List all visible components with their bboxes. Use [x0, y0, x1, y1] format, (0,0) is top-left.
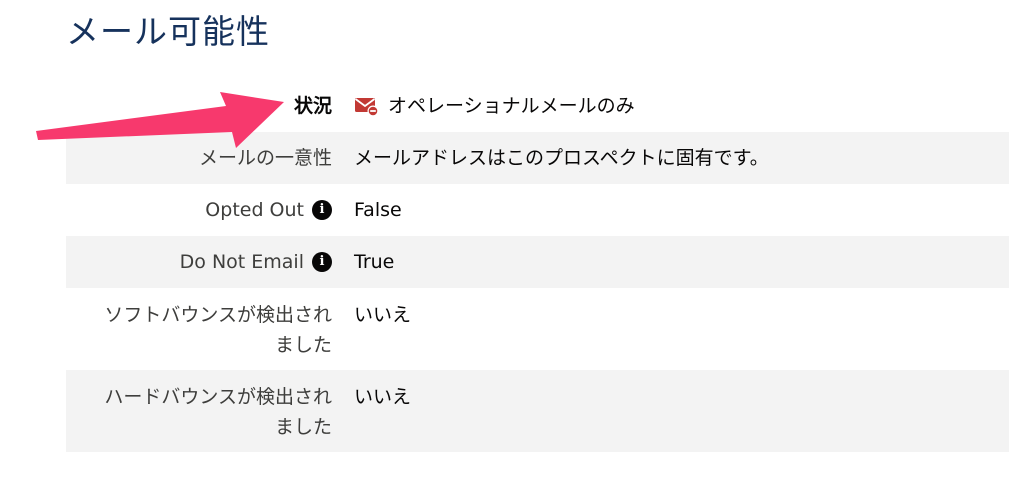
field-value-hard-bounce: いいえ [354, 386, 412, 408]
field-value-email-uniqueness: メールアドレスはこのプロスペクトに固有です。 [354, 147, 769, 169]
field-value-do-not-email: True [354, 251, 395, 273]
field-row-soft-bounce: ソフトバウンスが検出されました いいえ [66, 288, 1009, 370]
field-label-email-uniqueness: メールの一意性 [198, 147, 332, 169]
field-row-hard-bounce: ハードバウンスが検出されました いいえ [66, 370, 1009, 452]
field-label-hard-bounce-wrap: ハードバウンスが検出されました [66, 382, 332, 442]
mail-restricted-icon [354, 98, 379, 117]
field-list: 状況 オペレーショナルメールのみ メールの一意性 メールアドレスはこのプロスペク… [66, 80, 1009, 452]
field-label-status: 状況 [293, 95, 332, 117]
field-label-opted-out-wrap: Opted Out i [66, 195, 332, 225]
field-value-status: オペレーショナルメールのみ [354, 91, 635, 121]
page: メール可能性 状況 オペレーショナルメールのみ メールの一意性 メールアドレスは… [0, 0, 1024, 480]
info-icon[interactable]: i [312, 252, 332, 272]
field-label-soft-bounce-wrap: ソフトバウンスが検出されました [66, 300, 332, 360]
field-label-opted-out: Opted Out [205, 199, 304, 221]
field-label-soft-bounce: ソフトバウンスが検出されました [104, 304, 332, 356]
field-value-opted-out: False [354, 199, 402, 221]
field-row-do-not-email: Do Not Email i True [66, 236, 1009, 288]
field-row-opted-out: Opted Out i False [66, 184, 1009, 236]
field-value-soft-bounce: いいえ [354, 304, 412, 326]
field-row-email-uniqueness: メールの一意性 メールアドレスはこのプロスペクトに固有です。 [66, 132, 1009, 184]
section-title: メール可能性 [66, 12, 270, 51]
field-value-status-text: オペレーショナルメールのみ [388, 95, 635, 117]
field-label-do-not-email: Do Not Email [179, 251, 304, 273]
field-label-do-not-email-wrap: Do Not Email i [66, 247, 332, 277]
field-label-hard-bounce: ハードバウンスが検出されました [104, 386, 332, 438]
field-row-status: 状況 オペレーショナルメールのみ [66, 80, 1009, 132]
info-icon[interactable]: i [312, 200, 332, 220]
